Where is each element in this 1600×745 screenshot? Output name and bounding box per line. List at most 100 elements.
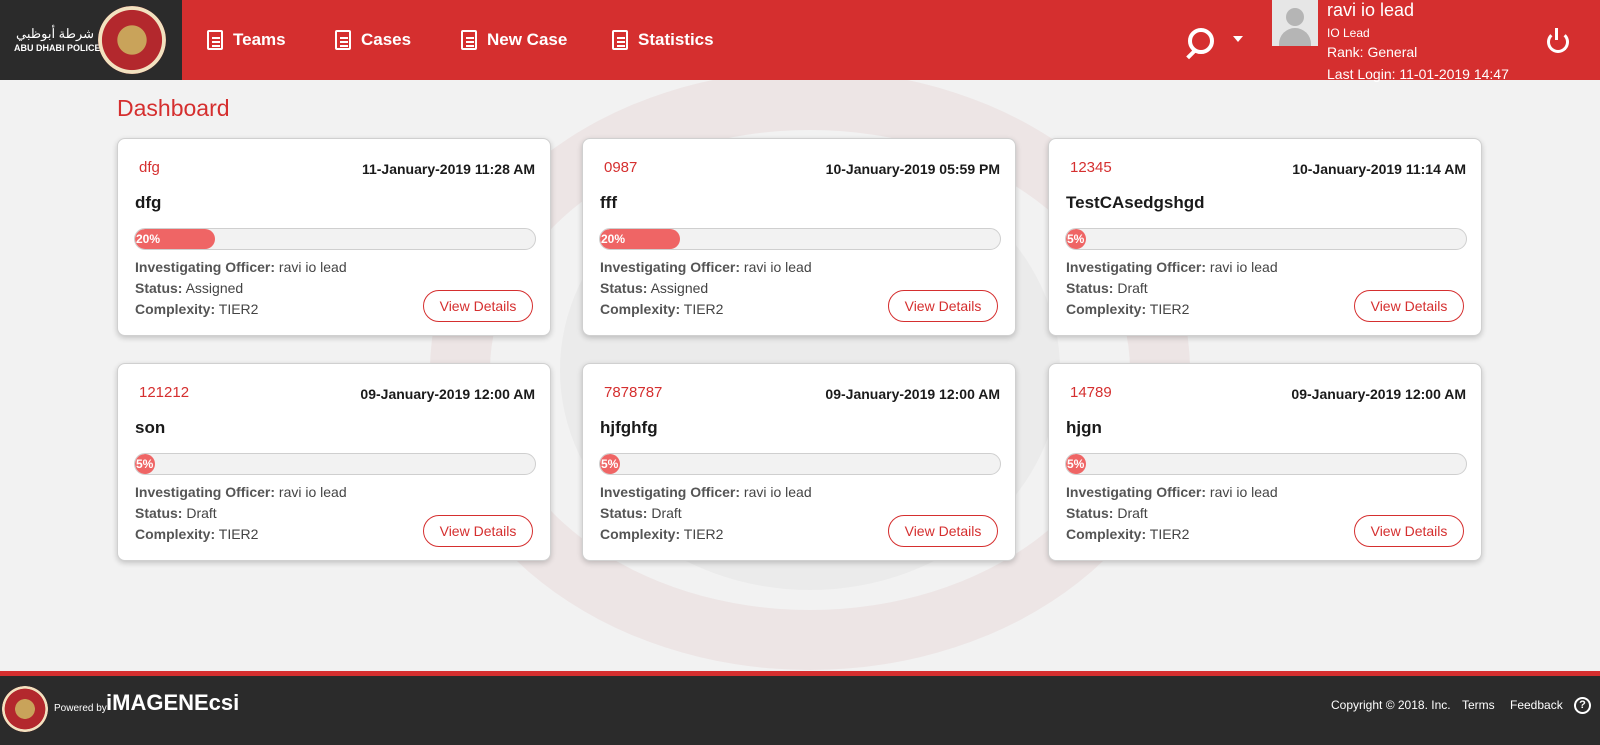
case-progress-label: 5% [136, 457, 154, 471]
case-id[interactable]: dfg [139, 159, 160, 176]
case-status: Status: Assigned [135, 280, 243, 296]
avatar[interactable] [1272, 0, 1318, 46]
case-id[interactable]: 121212 [139, 384, 189, 401]
case-date: 09-January-2019 12:00 AM [825, 386, 1000, 402]
terms-link[interactable]: Terms [1462, 698, 1495, 712]
top-header: شرطة أبوظبي ABU DHABI POLICE Teams Cases… [0, 0, 1600, 82]
complexity-value: TIER2 [683, 526, 724, 542]
status-label: Status: [600, 505, 648, 521]
case-id[interactable]: 12345 [1070, 159, 1112, 176]
complexity-label: Complexity: [600, 301, 681, 317]
complexity-label: Complexity: [135, 526, 216, 542]
view-details-button[interactable]: View Details [423, 515, 533, 547]
nav-label-cases: Cases [361, 30, 412, 49]
copyright-text: Copyright © 2018. Inc. [1331, 698, 1451, 712]
new-case-icon [461, 30, 477, 50]
search-icon[interactable] [1188, 28, 1214, 54]
officer-label: Investigating Officer: [600, 484, 741, 500]
nav-item-teams[interactable]: Teams [207, 26, 286, 54]
case-title: fff [600, 193, 617, 212]
nav-label-new-case: New Case [487, 30, 568, 49]
view-details-button[interactable]: View Details [423, 290, 533, 322]
logo-arabic-text: شرطة أبوظبي [16, 26, 95, 41]
case-id[interactable]: 7878787 [604, 384, 662, 401]
nav-label-teams: Teams [233, 30, 286, 49]
case-progress-bar: 5% [134, 453, 536, 475]
complexity-value: TIER2 [683, 301, 724, 317]
logo-english-text: ABU DHABI POLICE [14, 43, 101, 53]
case-complexity: Complexity: TIER2 [135, 301, 258, 317]
case-title: hjgn [1066, 418, 1102, 437]
complexity-value: TIER2 [218, 526, 259, 542]
case-complexity: Complexity: TIER2 [1066, 526, 1189, 542]
case-id[interactable]: 0987 [604, 159, 637, 176]
case-date: 09-January-2019 12:00 AM [360, 386, 535, 402]
case-officer: Investigating Officer: ravi io lead [600, 484, 812, 500]
status-value: Assigned [650, 280, 709, 296]
status-value: Draft [651, 505, 682, 521]
view-details-button[interactable]: View Details [888, 290, 998, 322]
case-officer: Investigating Officer: ravi io lead [1066, 484, 1278, 500]
user-role: IO Lead [1327, 26, 1370, 40]
help-icon[interactable]: ? [1574, 697, 1591, 714]
case-card: 14789 09-January-2019 12:00 AM hjgn 5% I… [1048, 363, 1482, 561]
case-complexity: Complexity: TIER2 [600, 301, 723, 317]
case-officer: Investigating Officer: ravi io lead [135, 259, 347, 275]
feedback-link[interactable]: Feedback [1510, 698, 1563, 712]
officer-label: Investigating Officer: [600, 259, 741, 275]
view-details-button[interactable]: View Details [1354, 290, 1464, 322]
nav-item-statistics[interactable]: Statistics [612, 26, 714, 54]
status-label: Status: [1066, 505, 1114, 521]
case-card: 0987 10-January-2019 05:59 PM fff 20% In… [582, 138, 1016, 336]
case-progress-label: 5% [1067, 232, 1085, 246]
status-value: Draft [1117, 505, 1148, 521]
police-emblem-icon [2, 686, 48, 732]
case-progress-label: 20% [601, 232, 626, 246]
chevron-down-icon[interactable] [1233, 36, 1243, 42]
case-card: 7878787 09-January-2019 12:00 AM hjfghfg… [582, 363, 1016, 561]
case-status: Status: Draft [600, 505, 682, 521]
officer-label: Investigating Officer: [135, 484, 276, 500]
powered-by-text: Powered by [54, 703, 107, 714]
case-status: Status: Draft [1066, 280, 1148, 296]
case-card: 121212 09-January-2019 12:00 AM son 5% I… [117, 363, 551, 561]
status-value: Draft [186, 505, 217, 521]
cases-icon [335, 30, 351, 50]
case-id[interactable]: 14789 [1070, 384, 1112, 401]
case-status: Status: Draft [1066, 505, 1148, 521]
nav-item-cases[interactable]: Cases [335, 26, 411, 54]
officer-value: ravi io lead [1209, 484, 1278, 500]
case-complexity: Complexity: TIER2 [135, 526, 258, 542]
status-value: Draft [1117, 280, 1148, 296]
case-title: TestCAsedgshgd [1066, 193, 1205, 212]
vendor-brand: iMAGENEcsi [106, 690, 240, 715]
case-progress-bar: 20% [134, 228, 536, 250]
nav-item-new-case[interactable]: New Case [461, 26, 567, 54]
officer-label: Investigating Officer: [135, 259, 276, 275]
view-details-button[interactable]: View Details [1354, 515, 1464, 547]
case-progress-bar: 5% [1065, 453, 1467, 475]
complexity-label: Complexity: [600, 526, 681, 542]
case-status: Status: Draft [135, 505, 217, 521]
status-label: Status: [600, 280, 648, 296]
logo-block[interactable]: شرطة أبوظبي ABU DHABI POLICE [0, 0, 182, 80]
case-complexity: Complexity: TIER2 [600, 526, 723, 542]
footer: Powered by iMAGENEcsi Copyright © 2018. … [0, 676, 1600, 745]
case-progress-label: 5% [1067, 457, 1085, 471]
case-date: 11-January-2019 11:28 AM [361, 161, 535, 177]
case-progress-bar: 20% [599, 228, 1001, 250]
case-officer: Investigating Officer: ravi io lead [1066, 259, 1278, 275]
power-icon[interactable] [1547, 28, 1569, 53]
police-emblem-icon [98, 6, 166, 74]
user-last-login: Last Login: 11-01-2019 14:47 [1327, 66, 1509, 82]
statistics-icon [612, 30, 628, 50]
case-officer: Investigating Officer: ravi io lead [135, 484, 347, 500]
complexity-value: TIER2 [1149, 526, 1190, 542]
officer-value: ravi io lead [743, 259, 812, 275]
officer-value: ravi io lead [278, 484, 347, 500]
case-date: 10-January-2019 05:59 PM [825, 161, 1000, 177]
officer-label: Investigating Officer: [1066, 484, 1207, 500]
status-label: Status: [135, 280, 183, 296]
view-details-button[interactable]: View Details [888, 515, 998, 547]
officer-label: Investigating Officer: [1066, 259, 1207, 275]
